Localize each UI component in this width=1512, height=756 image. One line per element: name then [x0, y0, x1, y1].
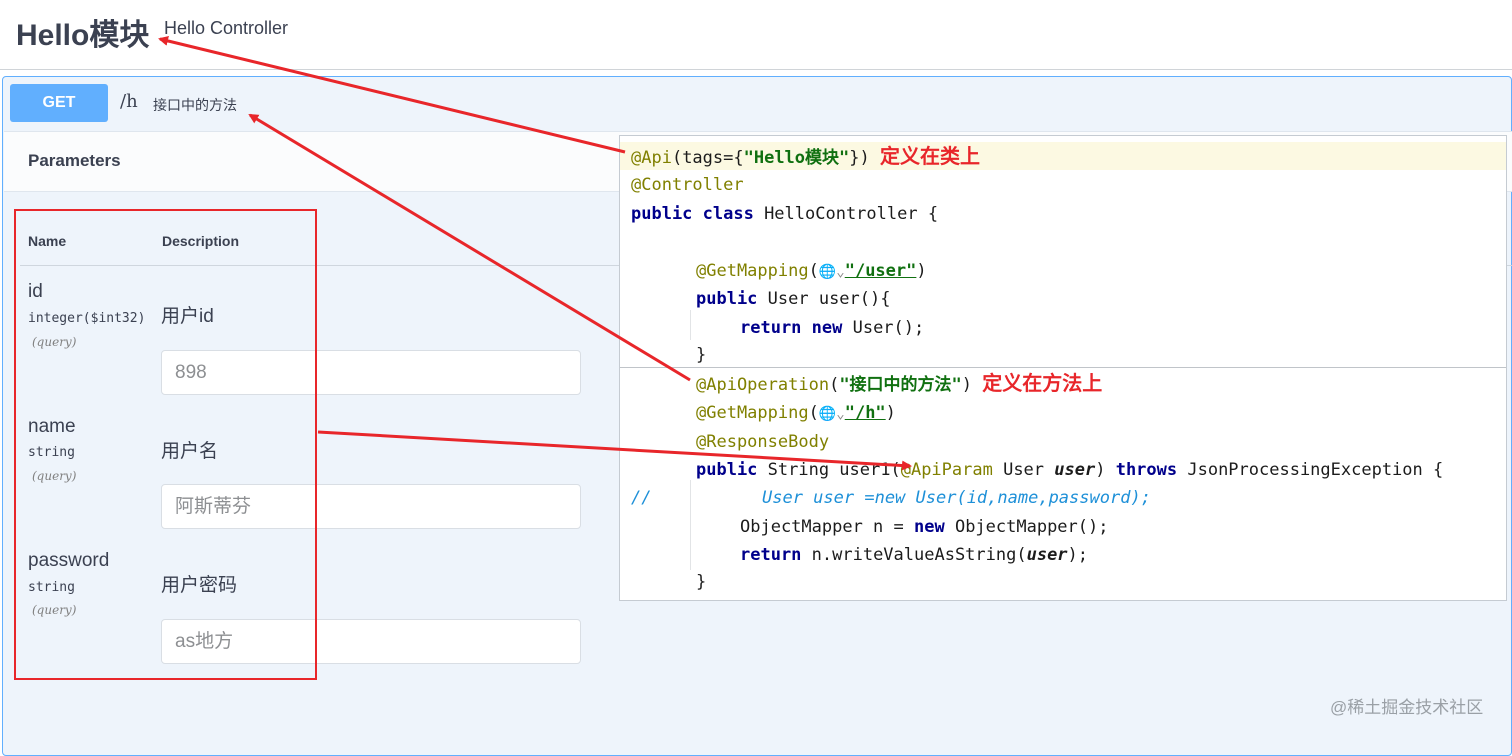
watermark: @稀土掘金技术社区: [1330, 698, 1484, 717]
class-annotation-arrow: [158, 36, 626, 154]
method-annotation-arrow: [248, 113, 691, 382]
annotation-arrows: [158, 36, 912, 471]
param-annotation-arrow: [317, 430, 912, 471]
